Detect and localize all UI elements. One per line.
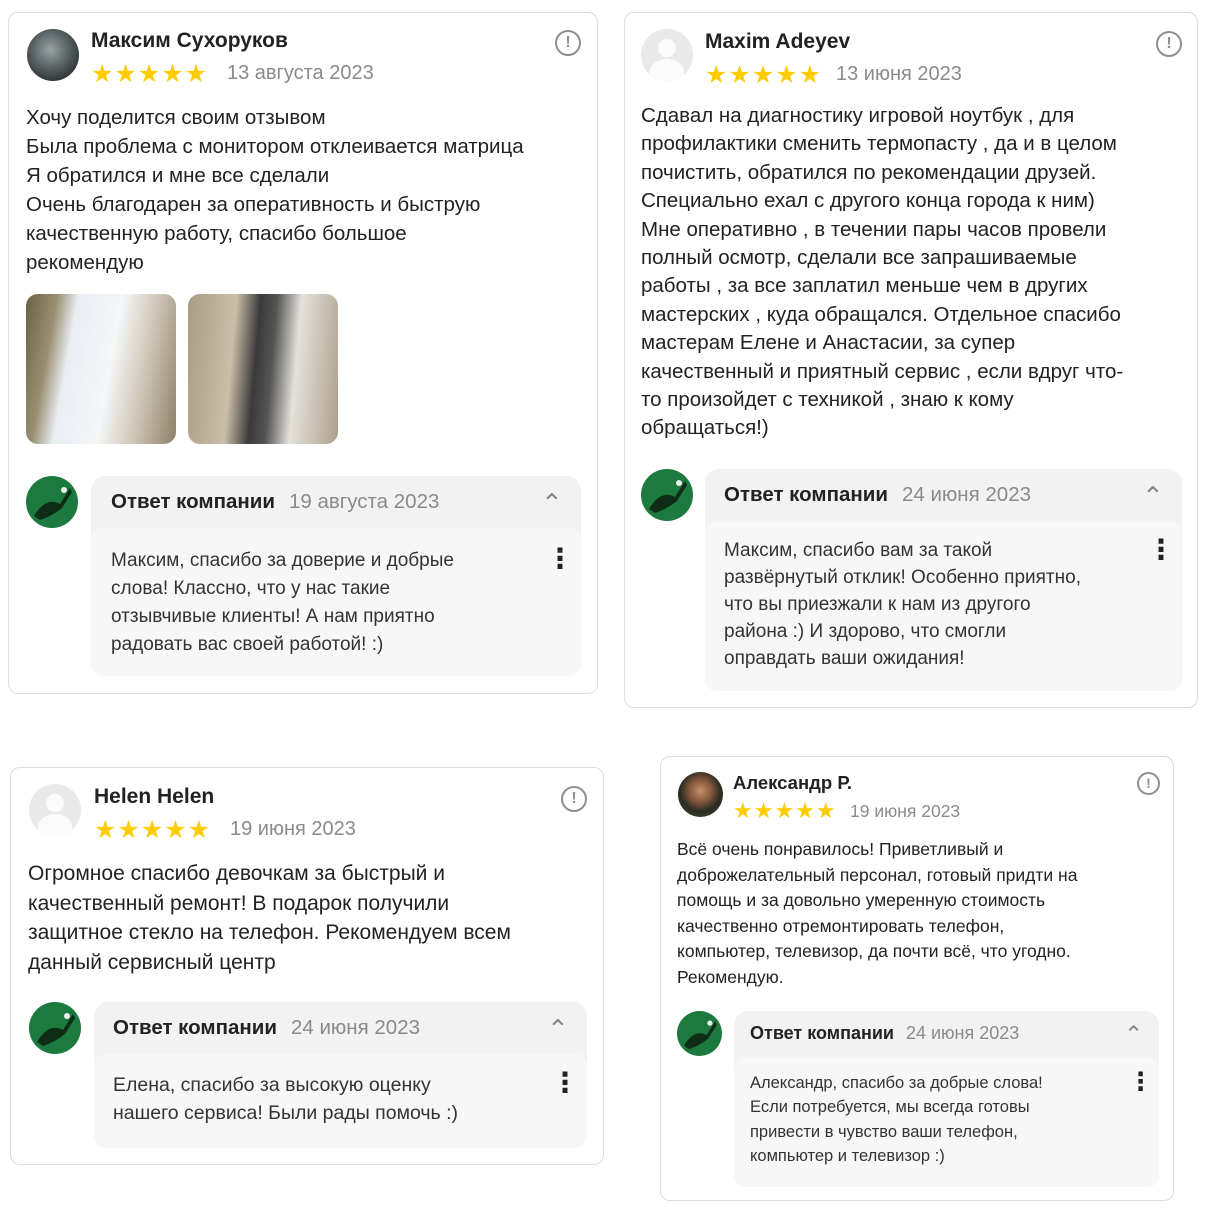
more-options-icon[interactable]: ⋮ <box>551 1068 579 1098</box>
company-avatar <box>677 1011 722 1056</box>
author-name[interactable]: Максим Сухоруков <box>91 29 288 53</box>
report-icon[interactable]: ! <box>555 30 581 56</box>
chevron-up-icon[interactable]: ⌃ <box>541 490 563 516</box>
more-options-icon[interactable]: ⋮ <box>1128 1069 1153 1096</box>
rating-stars: ★★★★★ <box>705 61 823 89</box>
author-name[interactable]: Maxim Adeyev <box>705 30 850 54</box>
reply-date: 24 июня 2023 <box>901 483 1032 506</box>
review-photo[interactable] <box>26 294 176 444</box>
company-logo-icon <box>649 480 687 513</box>
reply-header[interactable]: Ответ компании 19 августа 2023 <box>111 490 439 514</box>
review-date: 13 июня 2023 <box>836 63 962 85</box>
avatar[interactable] <box>678 772 723 817</box>
review-card: Helen Helen ★★★★★ 19 июня 2023 ! Огромно… <box>10 767 604 1165</box>
reply-title: Ответ компании <box>724 483 888 506</box>
review-text: Всё очень понравилось! Приветливый и доб… <box>677 839 1078 987</box>
more-options-icon[interactable]: ⋮ <box>1147 535 1175 565</box>
company-logo-icon <box>34 487 72 520</box>
avatar[interactable] <box>29 784 81 836</box>
review-text: Огромное спасибо девочкам за быстрый и к… <box>28 862 511 974</box>
reply-header[interactable]: Ответ компании 24 июня 2023 <box>750 1023 1019 1044</box>
reply-date: 24 июня 2023 <box>290 1016 421 1039</box>
reply-text: Максим, спасибо за доверие и добрые слов… <box>111 550 454 655</box>
chevron-up-icon[interactable]: ⌃ <box>1124 1023 1143 1046</box>
company-reply: Ответ компании 24 июня 2023 ⌃ Александр, … <box>734 1011 1159 1187</box>
review-photo[interactable] <box>188 294 338 444</box>
reply-title: Ответ компании <box>750 1023 894 1043</box>
company-reply: Ответ компании 19 августа 2023 ⌃ Максим, … <box>91 476 581 676</box>
more-options-icon[interactable]: ⋮ <box>546 544 574 574</box>
reply-header[interactable]: Ответ компании 24 июня 2023 <box>113 1016 420 1040</box>
author-name[interactable]: Александр Р. <box>733 772 852 794</box>
review-text: Сдавал на диагностику игровой ноутбук , … <box>641 104 1124 440</box>
reply-text: Александр, спасибо за добрые слова! Если… <box>750 1074 1043 1165</box>
report-icon[interactable]: ! <box>561 786 587 812</box>
reply-body: Максим, спасибо за доверие и добрые слов… <box>91 528 581 676</box>
reply-text: Елена, спасибо за высокую оценку нашего … <box>113 1074 459 1124</box>
review-text: Хочу поделится своим отзывом Была пробле… <box>26 106 524 274</box>
company-avatar <box>26 476 78 528</box>
review-card: Александр Р. ★★★★★ 19 июня 2023 ! Всё оч… <box>660 756 1174 1201</box>
company-reply: Ответ компании 24 июня 2023 ⌃ Елена, спас… <box>94 1002 587 1148</box>
avatar[interactable] <box>27 29 79 81</box>
reply-header[interactable]: Ответ компании 24 июня 2023 <box>724 483 1031 507</box>
author-name[interactable]: Helen Helen <box>94 785 214 809</box>
reply-text: Максим, спасибо вам за такой развёрнутый… <box>724 540 1081 669</box>
rating-stars: ★★★★★ <box>94 816 212 844</box>
review-date: 13 августа 2023 <box>227 62 374 84</box>
report-icon[interactable]: ! <box>1156 31 1182 57</box>
review-date: 19 июня 2023 <box>230 818 356 840</box>
company-avatar <box>641 469 693 521</box>
rating-stars: ★★★★★ <box>91 60 209 88</box>
reply-body: Александр, спасибо за добрые слова! Если… <box>734 1057 1159 1187</box>
review-card: Максим Сухоруков ★★★★★ 13 августа 2023 !… <box>8 12 598 694</box>
company-avatar <box>29 1002 81 1054</box>
reply-body: Елена, спасибо за высокую оценку нашего … <box>94 1054 587 1148</box>
reply-date: 24 июня 2023 <box>905 1023 1020 1043</box>
company-logo-icon <box>37 1013 75 1046</box>
chevron-up-icon[interactable]: ⌃ <box>1142 483 1164 509</box>
chevron-up-icon[interactable]: ⌃ <box>547 1016 569 1042</box>
review-card: Maxim Adeyev ★★★★★ 13 июня 2023 ! Сдавал… <box>624 12 1198 708</box>
rating-stars: ★★★★★ <box>733 798 837 823</box>
reply-title: Ответ компании <box>113 1016 277 1039</box>
report-icon[interactable]: ! <box>1137 772 1160 795</box>
avatar[interactable] <box>641 29 693 81</box>
company-logo-icon <box>683 1020 717 1050</box>
reply-body: Максим, спасибо вам за такой развёрнутый… <box>705 521 1182 691</box>
reply-date: 19 августа 2023 <box>288 490 440 513</box>
company-reply: Ответ компании 24 июня 2023 ⌃ Максим, спа… <box>705 469 1182 691</box>
review-date: 19 июня 2023 <box>850 801 961 821</box>
reply-title: Ответ компании <box>111 490 275 513</box>
